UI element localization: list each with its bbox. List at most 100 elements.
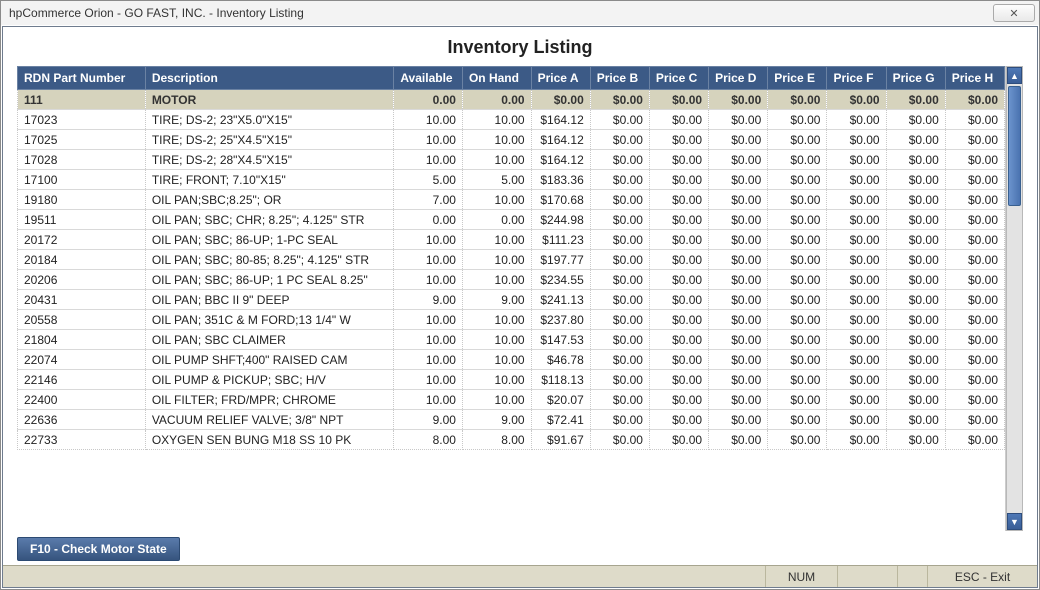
- cell-on-hand: 10.00: [462, 390, 531, 410]
- cell-price-c: $0.00: [649, 150, 708, 170]
- table-row[interactable]: 20172OIL PAN; SBC; 86-UP; 1-PC SEAL10.00…: [18, 230, 1005, 250]
- cell-price-h: $0.00: [945, 430, 1004, 450]
- cell-description: TIRE; DS-2; 23"X5.0"X15": [145, 110, 394, 130]
- cell-price-c: $0.00: [649, 190, 708, 210]
- cell-part-number: 22146: [18, 370, 146, 390]
- table-body: 111MOTOR0.000.00$0.00$0.00$0.00$0.00$0.0…: [18, 90, 1005, 450]
- table-row[interactable]: 22074OIL PUMP SHFT;400" RAISED CAM10.001…: [18, 350, 1005, 370]
- cell-part-number: 20558: [18, 310, 146, 330]
- table-row[interactable]: 20431OIL PAN; BBC II 9" DEEP9.009.00$241…: [18, 290, 1005, 310]
- col-part-number[interactable]: RDN Part Number: [18, 67, 146, 90]
- col-price-c[interactable]: Price C: [649, 67, 708, 90]
- cell-price-d: $0.00: [709, 230, 768, 250]
- cell-price-e: $0.00: [768, 370, 827, 390]
- cell-price-a: $234.55: [531, 270, 590, 290]
- cell-available: 10.00: [394, 390, 463, 410]
- col-price-d[interactable]: Price D: [709, 67, 768, 90]
- cell-price-d: $0.00: [709, 370, 768, 390]
- chevron-up-icon: ▲: [1010, 71, 1019, 81]
- cell-available: 10.00: [394, 150, 463, 170]
- cell-available: 10.00: [394, 250, 463, 270]
- cell-price-h: $0.00: [945, 210, 1004, 230]
- col-price-b[interactable]: Price B: [590, 67, 649, 90]
- table-row[interactable]: 19180OIL PAN;SBC;8.25"; OR7.0010.00$170.…: [18, 190, 1005, 210]
- col-available[interactable]: Available: [394, 67, 463, 90]
- table-row[interactable]: 17100TIRE; FRONT; 7.10"X15"5.005.00$183.…: [18, 170, 1005, 190]
- cell-price-d: $0.00: [709, 190, 768, 210]
- cell-price-b: $0.00: [590, 270, 649, 290]
- scroll-thumb[interactable]: [1008, 86, 1021, 206]
- cell-description: OIL PAN; SBC; CHR; 8.25"; 4.125" STR: [145, 210, 394, 230]
- cell-price-d: $0.00: [709, 90, 768, 110]
- cell-part-number: 21804: [18, 330, 146, 350]
- cell-part-number: 22733: [18, 430, 146, 450]
- table-row[interactable]: 111MOTOR0.000.00$0.00$0.00$0.00$0.00$0.0…: [18, 90, 1005, 110]
- cell-available: 8.00: [394, 430, 463, 450]
- cell-price-c: $0.00: [649, 110, 708, 130]
- cell-price-a: $241.13: [531, 290, 590, 310]
- cell-description: MOTOR: [145, 90, 394, 110]
- table-row[interactable]: 22400OIL FILTER; FRD/MPR; CHROME10.0010.…: [18, 390, 1005, 410]
- inventory-grid[interactable]: RDN Part Number Description Available On…: [17, 66, 1006, 531]
- cell-price-h: $0.00: [945, 130, 1004, 150]
- cell-price-a: $91.67: [531, 430, 590, 450]
- col-price-a[interactable]: Price A: [531, 67, 590, 90]
- col-price-g[interactable]: Price G: [886, 67, 945, 90]
- check-motor-state-button[interactable]: F10 - Check Motor State: [17, 537, 180, 561]
- col-price-f[interactable]: Price F: [827, 67, 886, 90]
- col-on-hand[interactable]: On Hand: [462, 67, 531, 90]
- cell-price-c: $0.00: [649, 170, 708, 190]
- cell-price-f: $0.00: [827, 150, 886, 170]
- table-row[interactable]: 17025TIRE; DS-2; 25"X4.5"X15"10.0010.00$…: [18, 130, 1005, 150]
- cell-price-a: $20.07: [531, 390, 590, 410]
- status-esc-exit[interactable]: ESC - Exit: [927, 566, 1037, 587]
- col-price-e[interactable]: Price E: [768, 67, 827, 90]
- col-price-h[interactable]: Price H: [945, 67, 1004, 90]
- table-row[interactable]: 20184OIL PAN; SBC; 80-85; 8.25"; 4.125" …: [18, 250, 1005, 270]
- cell-price-g: $0.00: [886, 110, 945, 130]
- cell-price-h: $0.00: [945, 330, 1004, 350]
- window-close-button[interactable]: ✕: [993, 4, 1035, 22]
- cell-price-b: $0.00: [590, 230, 649, 250]
- scroll-down-button[interactable]: ▼: [1007, 513, 1022, 530]
- table-row[interactable]: 19511OIL PAN; SBC; CHR; 8.25"; 4.125" ST…: [18, 210, 1005, 230]
- cell-price-e: $0.00: [768, 90, 827, 110]
- cell-price-d: $0.00: [709, 410, 768, 430]
- table-row[interactable]: 22636VACUUM RELIEF VALVE; 3/8" NPT9.009.…: [18, 410, 1005, 430]
- scroll-track[interactable]: [1007, 84, 1022, 513]
- cell-price-g: $0.00: [886, 350, 945, 370]
- cell-price-a: $237.80: [531, 310, 590, 330]
- cell-price-b: $0.00: [590, 370, 649, 390]
- table-row[interactable]: 20558OIL PAN; 351C & M FORD;13 1/4" W10.…: [18, 310, 1005, 330]
- cell-on-hand: 10.00: [462, 250, 531, 270]
- cell-part-number: 20184: [18, 250, 146, 270]
- cell-on-hand: 10.00: [462, 270, 531, 290]
- table-row[interactable]: 20206OIL PAN; SBC; 86-UP; 1 PC SEAL 8.25…: [18, 270, 1005, 290]
- table-row[interactable]: 22146OIL PUMP & PICKUP; SBC; H/V10.0010.…: [18, 370, 1005, 390]
- cell-description: OIL PAN; 351C & M FORD;13 1/4" W: [145, 310, 394, 330]
- cell-on-hand: 10.00: [462, 330, 531, 350]
- cell-price-b: $0.00: [590, 310, 649, 330]
- col-description[interactable]: Description: [145, 67, 394, 90]
- titlebar: hpCommerce Orion - GO FAST, INC. - Inven…: [1, 1, 1039, 25]
- vertical-scrollbar[interactable]: ▲ ▼: [1006, 66, 1023, 531]
- cell-price-f: $0.00: [827, 370, 886, 390]
- cell-part-number: 17023: [18, 110, 146, 130]
- cell-price-a: $164.12: [531, 130, 590, 150]
- scroll-up-button[interactable]: ▲: [1007, 67, 1022, 84]
- cell-price-b: $0.00: [590, 410, 649, 430]
- cell-on-hand: 10.00: [462, 230, 531, 250]
- cell-price-b: $0.00: [590, 390, 649, 410]
- cell-price-h: $0.00: [945, 310, 1004, 330]
- cell-part-number: 17025: [18, 130, 146, 150]
- cell-price-g: $0.00: [886, 370, 945, 390]
- app-window: hpCommerce Orion - GO FAST, INC. - Inven…: [0, 0, 1040, 590]
- table-row[interactable]: 21804OIL PAN; SBC CLAIMER10.0010.00$147.…: [18, 330, 1005, 350]
- table-header: RDN Part Number Description Available On…: [18, 67, 1005, 90]
- table-row[interactable]: 22733OXYGEN SEN BUNG M18 SS 10 PK8.008.0…: [18, 430, 1005, 450]
- table-row[interactable]: 17028TIRE; DS-2; 28"X4.5"X15"10.0010.00$…: [18, 150, 1005, 170]
- table-row[interactable]: 17023TIRE; DS-2; 23"X5.0"X15"10.0010.00$…: [18, 110, 1005, 130]
- cell-description: OIL PAN; BBC II 9" DEEP: [145, 290, 394, 310]
- cell-price-b: $0.00: [590, 110, 649, 130]
- cell-price-d: $0.00: [709, 130, 768, 150]
